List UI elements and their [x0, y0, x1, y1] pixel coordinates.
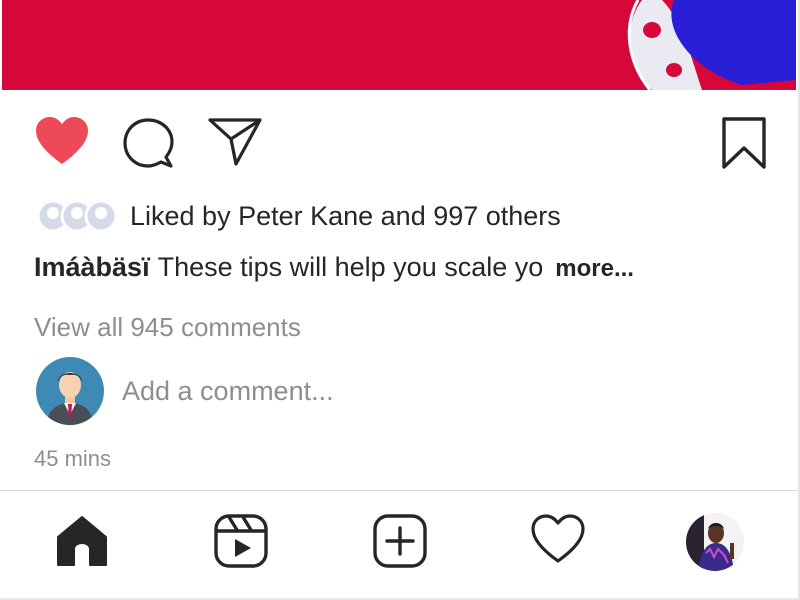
add-comment-row: [36, 356, 776, 426]
view-all-comments-link[interactable]: View all 945 comments: [34, 312, 301, 343]
reels-icon: [214, 514, 268, 568]
add-comment-input[interactable]: [122, 375, 722, 407]
like-button[interactable]: [34, 116, 90, 171]
nav-create-button[interactable]: [372, 513, 428, 574]
post-card: Liked by Peter Kane and 997 others Imáàb…: [0, 0, 800, 600]
liked-by-text: Liked by Peter Kane and 997 others: [130, 200, 561, 231]
post-caption: Imáàbäsï These tips will help you scale …: [34, 252, 634, 283]
caption-more-link[interactable]: more...: [555, 255, 634, 283]
create-post-icon: [373, 514, 427, 568]
caption-username[interactable]: Imáàbäsï: [34, 252, 150, 283]
liker-avatars: [36, 199, 118, 233]
user-avatar-illustration: [36, 357, 104, 425]
nav-home-button[interactable]: [55, 513, 109, 572]
save-button[interactable]: [720, 116, 768, 175]
comment-bubble-icon: [123, 118, 174, 168]
post-timestamp: 45 mins: [34, 446, 112, 471]
caption-text: These tips will help you scale yo: [157, 252, 544, 282]
home-icon: [57, 516, 107, 566]
heart-filled-icon: [36, 117, 88, 164]
avatar: [36, 357, 104, 425]
profile-photo: [686, 513, 744, 571]
comment-button[interactable]: [122, 117, 174, 174]
nav-activity-button[interactable]: [530, 513, 586, 570]
profile-avatar: [686, 513, 744, 571]
bottom-nav: [0, 491, 798, 598]
post-image[interactable]: [2, 0, 796, 90]
bookmark-icon: [722, 117, 766, 169]
post-action-bar: [0, 112, 798, 172]
likes-row[interactable]: Liked by Peter Kane and 997 others: [36, 196, 561, 236]
nav-profile-button[interactable]: [686, 513, 744, 571]
nav-reels-button[interactable]: [213, 513, 269, 574]
paper-plane-icon: [208, 118, 262, 166]
activity-heart-icon: [531, 514, 585, 563]
share-button[interactable]: [208, 117, 262, 172]
post-image-graphic: [2, 0, 796, 90]
liker-avatar: [84, 199, 118, 233]
